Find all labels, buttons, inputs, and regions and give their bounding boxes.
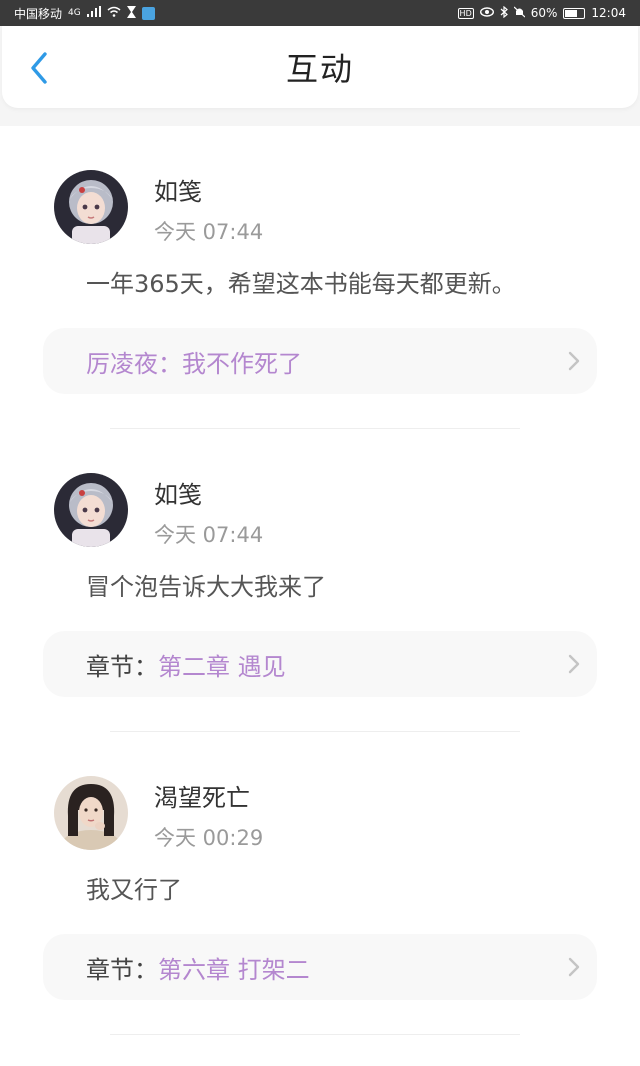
username: 如笺 bbox=[154, 481, 202, 509]
network-type: 4G bbox=[68, 8, 81, 18]
avatar[interactable] bbox=[54, 776, 128, 850]
status-right: HD 60% 12:04 bbox=[457, 5, 626, 21]
status-bar: 中国移动 4G HD 60% 12:04 bbox=[0, 0, 640, 26]
app-notification-icon bbox=[141, 6, 155, 20]
back-button[interactable] bbox=[22, 48, 56, 88]
chapter-link-card[interactable]: 厉凌夜：我不作死了 bbox=[43, 328, 597, 394]
username: 如笺 bbox=[154, 178, 202, 206]
avatar[interactable] bbox=[54, 473, 128, 547]
carrier-label: 中国移动 bbox=[14, 6, 63, 21]
signal-icon bbox=[86, 6, 101, 20]
chevron-right-icon bbox=[568, 957, 580, 977]
page-title: 互动 bbox=[285, 50, 354, 88]
hourglass-icon bbox=[126, 5, 136, 21]
comment-text: 一年365天，希望这本书能每天都更新。 bbox=[86, 270, 516, 298]
chapter-link-card[interactable]: 章节： 第六章 打架二 bbox=[43, 934, 597, 1000]
comment-text: 冒个泡告诉大大我来了 bbox=[86, 573, 326, 601]
chevron-left-icon bbox=[31, 52, 47, 84]
comment-item: 如笺 今天 07:44 一年365天，希望这本书能每天都更新。 厉凌夜：我不作死… bbox=[0, 126, 640, 429]
battery-percent: 60% bbox=[530, 6, 558, 20]
comment-time: 今天 00:29 bbox=[154, 826, 264, 850]
username: 渴望死亡 bbox=[154, 784, 250, 812]
divider bbox=[110, 1034, 520, 1035]
ref-link: 厉凌夜：我不作死了 bbox=[86, 349, 302, 378]
wifi-icon bbox=[107, 6, 121, 20]
chapter-link-card[interactable]: 章节： 第二章 遇见 bbox=[43, 631, 597, 697]
comment-text: 我又行了 bbox=[86, 876, 182, 904]
comment-list: 如笺 今天 07:44 一年365天，希望这本书能每天都更新。 厉凌夜：我不作死… bbox=[0, 126, 640, 1066]
bluetooth-icon bbox=[500, 5, 508, 21]
chevron-right-icon bbox=[568, 351, 580, 371]
header-bar: 互动 bbox=[2, 26, 638, 108]
comment-time: 今天 07:44 bbox=[154, 220, 264, 244]
battery-icon bbox=[563, 7, 586, 19]
mute-bell-icon bbox=[513, 6, 526, 21]
ref-link: 第二章 遇见 bbox=[158, 652, 286, 681]
chevron-right-icon bbox=[568, 654, 580, 674]
eye-icon bbox=[479, 6, 494, 20]
ref-link: 第六章 打架二 bbox=[158, 955, 310, 984]
clock: 12:04 bbox=[591, 6, 626, 20]
status-left: 中国移动 4G bbox=[14, 5, 155, 22]
comment-item: 渴望死亡 今天 00:29 我又行了 章节： 第六章 打架二 bbox=[0, 732, 640, 1035]
avatar[interactable] bbox=[54, 170, 128, 244]
ref-prefix: 章节： bbox=[86, 955, 158, 984]
comment-item: 如笺 今天 07:44 冒个泡告诉大大我来了 章节： 第二章 遇见 bbox=[0, 429, 640, 732]
hd-badge: HD bbox=[457, 7, 474, 19]
comment-time: 今天 07:44 bbox=[154, 523, 264, 547]
ref-prefix: 章节： bbox=[86, 652, 158, 681]
